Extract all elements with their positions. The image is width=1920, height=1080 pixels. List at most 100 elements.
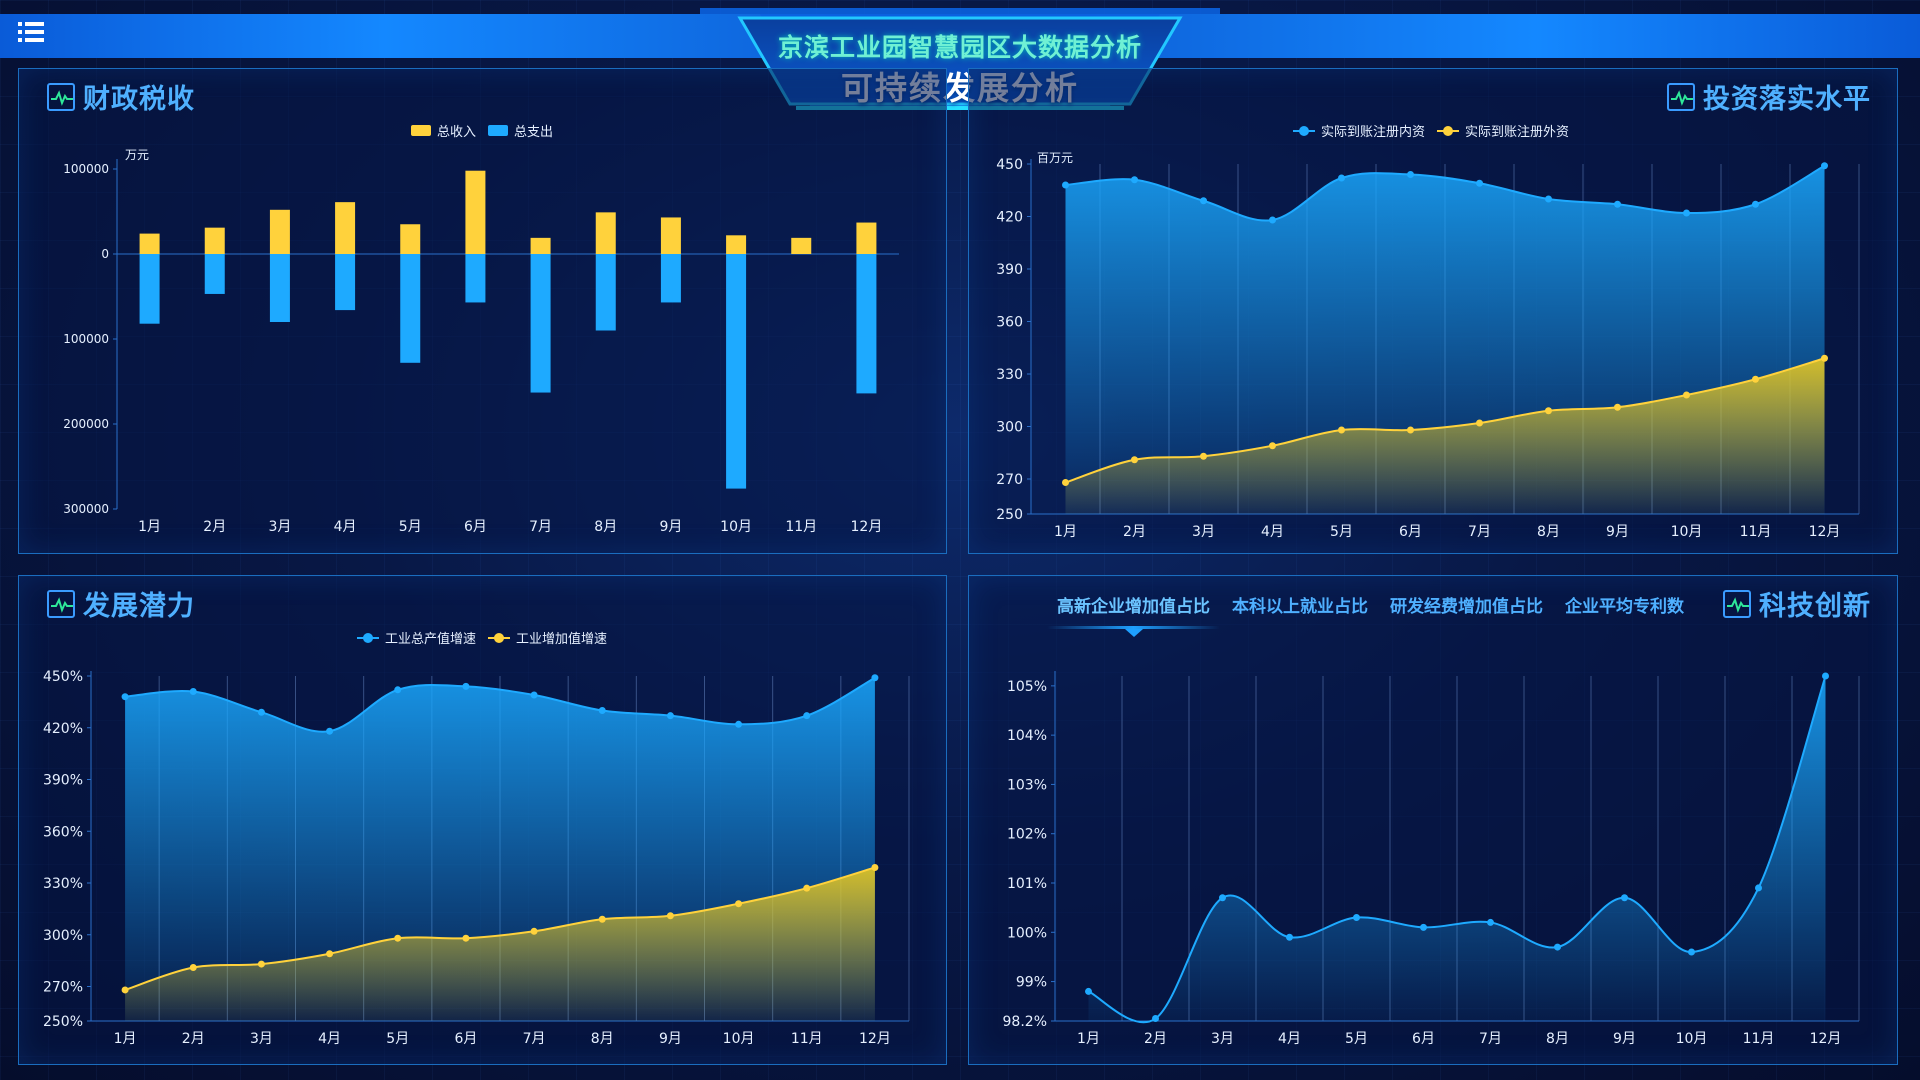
data-point bbox=[1062, 181, 1069, 189]
x-tick-label: 11月 bbox=[791, 1031, 823, 1047]
data-point bbox=[121, 693, 129, 701]
data-point bbox=[1614, 403, 1621, 411]
data-point bbox=[1545, 407, 1552, 415]
x-tick-label: 3月 bbox=[1211, 1031, 1234, 1047]
data-point bbox=[1338, 174, 1345, 182]
x-tick-label: 9月 bbox=[1606, 524, 1629, 540]
investment-area-chart: 250 270 300 330 360 390 420 450 1月 2月 3月 4月 5月 6月 7月 8月… bbox=[996, 151, 1860, 540]
data-point bbox=[1821, 354, 1828, 362]
data-point bbox=[871, 863, 879, 871]
data-point bbox=[871, 674, 879, 682]
data-point bbox=[1219, 894, 1226, 902]
income-bar bbox=[465, 170, 486, 254]
potential-area-chart: 250% 270% 300% 330% 360% 390% 420% 450% 1月 2月 3月 4月… bbox=[43, 669, 910, 1047]
x-tick-label: 4月 bbox=[1278, 1031, 1301, 1047]
income-bar bbox=[660, 217, 681, 254]
menu-icon[interactable] bbox=[18, 20, 46, 44]
expense-bar bbox=[856, 254, 877, 394]
data-point bbox=[803, 884, 811, 892]
data-point bbox=[1131, 456, 1138, 464]
data-point bbox=[257, 708, 265, 716]
y-unit-label: 万元 bbox=[125, 148, 149, 162]
y-tick-label: 0 bbox=[101, 247, 109, 261]
data-point bbox=[1614, 200, 1621, 208]
y-tick-label: 105% bbox=[1007, 679, 1047, 695]
data-point bbox=[530, 927, 538, 935]
y-tick-label: 99% bbox=[1016, 975, 1047, 991]
data-point bbox=[1545, 195, 1552, 203]
data-point bbox=[1131, 176, 1138, 184]
income-bar bbox=[726, 235, 747, 254]
x-tick-label: 6月 bbox=[1412, 1031, 1435, 1047]
x-tick-label: 4月 bbox=[334, 519, 357, 535]
y-tick-label: 390% bbox=[43, 773, 83, 789]
data-point bbox=[257, 960, 265, 968]
data-point bbox=[394, 686, 402, 694]
data-point bbox=[1269, 216, 1276, 224]
x-tick-label: 11月 bbox=[1740, 524, 1772, 540]
expense-bar bbox=[530, 254, 551, 393]
x-tick-label: 1月 bbox=[138, 519, 161, 535]
data-point bbox=[1683, 209, 1690, 217]
x-tick-label: 1月 bbox=[1077, 1031, 1100, 1047]
y-tick-label: 270 bbox=[996, 472, 1023, 488]
income-bar bbox=[269, 209, 290, 254]
x-tick-label: 4月 bbox=[318, 1031, 341, 1047]
x-tick-label: 9月 bbox=[659, 1031, 682, 1047]
data-point bbox=[1152, 1015, 1159, 1023]
x-tick-label: 12月 bbox=[1810, 1031, 1842, 1047]
y-tick-label: 330 bbox=[996, 367, 1023, 383]
x-tick-label: 11月 bbox=[1743, 1031, 1775, 1047]
data-point bbox=[1200, 452, 1207, 460]
y-tick-label: 103% bbox=[1007, 777, 1047, 793]
data-point bbox=[1085, 987, 1092, 995]
y-tick-label: 420% bbox=[43, 721, 83, 737]
x-tick-label: 5月 bbox=[386, 1031, 409, 1047]
x-tick-label: 8月 bbox=[1537, 524, 1560, 540]
x-tick-label: 1月 bbox=[114, 1031, 137, 1047]
x-tick-label: 11月 bbox=[785, 519, 817, 535]
x-tick-label: 7月 bbox=[1468, 524, 1491, 540]
income-bar bbox=[400, 224, 421, 254]
expense-bar bbox=[726, 254, 747, 489]
data-point bbox=[1755, 884, 1762, 892]
y-tick-label: 360% bbox=[43, 824, 83, 840]
data-point bbox=[735, 900, 743, 908]
tech-panel: 高新企业增加值占比 本科以上就业占比 研发经费增加值占比 企业平均专利数 科技创… bbox=[968, 575, 1898, 1065]
data-point bbox=[1286, 933, 1293, 941]
fiscal-bar-chart: 100000 0 100000 200000 300000 万元 1月 2月 3月 4月 5月 6月 7… bbox=[63, 148, 899, 535]
fiscal-panel: 财政税收 总收入 总支出 100000 0 100000 200000 300000 万元… bbox=[18, 68, 947, 554]
expense-bar bbox=[465, 254, 486, 303]
data-point bbox=[666, 712, 674, 720]
income-bar bbox=[139, 233, 160, 254]
data-point bbox=[1821, 162, 1828, 170]
data-point bbox=[1476, 419, 1483, 427]
data-point bbox=[189, 688, 197, 696]
data-point bbox=[598, 915, 606, 923]
y-tick-label: 300% bbox=[43, 928, 83, 944]
data-point bbox=[1752, 200, 1759, 208]
x-tick-label: 12月 bbox=[1809, 524, 1841, 540]
y-tick-label: 100000 bbox=[63, 332, 109, 346]
y-tick-label: 360 bbox=[996, 315, 1023, 331]
data-point bbox=[666, 912, 674, 920]
y-unit-label: 百万元 bbox=[1037, 151, 1073, 165]
x-tick-label: 10月 bbox=[1676, 1031, 1708, 1047]
x-tick-label: 3月 bbox=[250, 1031, 273, 1047]
expense-bar bbox=[269, 254, 290, 322]
data-point bbox=[121, 986, 129, 994]
x-tick-label: 10月 bbox=[720, 519, 752, 535]
y-tick-label: 450 bbox=[996, 157, 1023, 173]
data-point bbox=[1688, 948, 1695, 956]
data-point bbox=[1420, 923, 1427, 931]
y-tick-label: 101% bbox=[1007, 876, 1047, 892]
data-point bbox=[1269, 442, 1276, 450]
x-tick-label: 2月 bbox=[1123, 524, 1146, 540]
x-tick-label: 8月 bbox=[1546, 1031, 1569, 1047]
data-point bbox=[735, 720, 743, 728]
x-tick-label: 4月 bbox=[1261, 524, 1284, 540]
y-tick-label: 100% bbox=[1007, 925, 1047, 941]
x-tick-label: 1月 bbox=[1054, 524, 1077, 540]
x-tick-label: 3月 bbox=[1192, 524, 1215, 540]
data-point bbox=[1407, 171, 1414, 178]
